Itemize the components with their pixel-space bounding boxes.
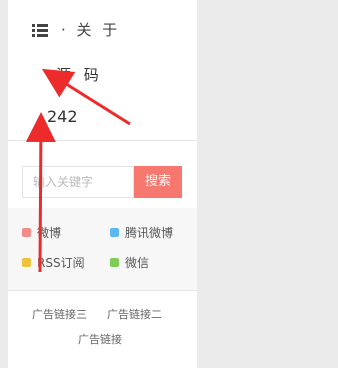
annotation-arrow — [25, 112, 56, 273]
annotation-arrows — [25, 68, 131, 273]
annotation-arrow — [41, 68, 131, 126]
